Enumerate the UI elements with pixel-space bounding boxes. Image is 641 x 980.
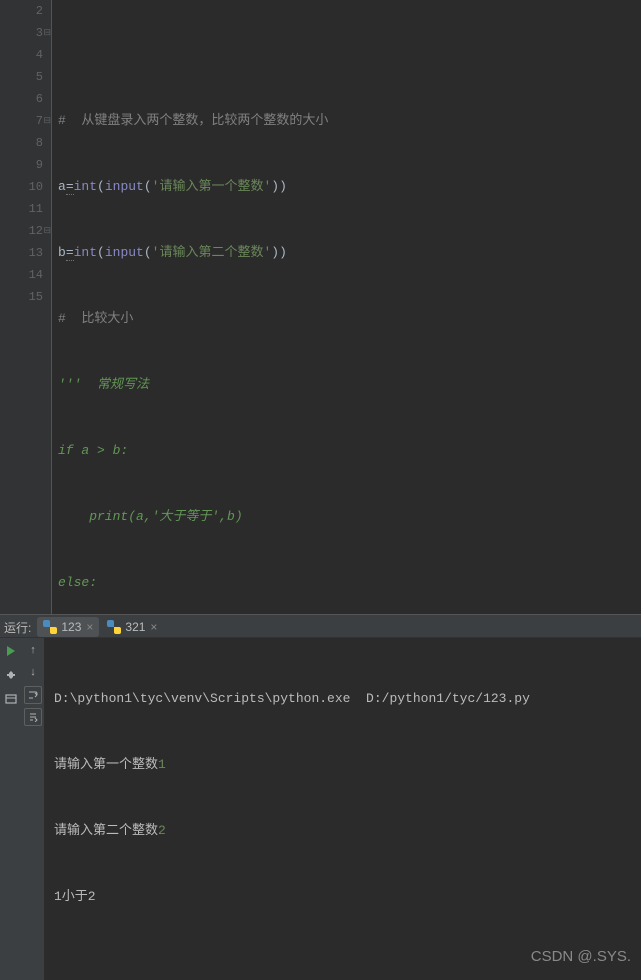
run-tab-label: 321 <box>125 620 145 634</box>
run-tab-123[interactable]: 123 × <box>37 617 99 637</box>
line-number: 4 <box>0 44 43 66</box>
code-line: print(a,'大于等于',b) <box>58 506 641 528</box>
code-line: a=int(input('请输入第一个整数')) <box>58 176 641 198</box>
line-number: 7⊟ <box>0 110 43 132</box>
code-line: if a > b: <box>58 440 641 462</box>
console-line: D:\python1\tyc\venv\Scripts\python.exe D… <box>54 688 631 710</box>
line-number: 11 <box>0 198 43 220</box>
code-line: ''' 常规写法 <box>58 374 641 396</box>
code-line: b=int(input('请输入第二个整数')) <box>58 242 641 264</box>
console-line: 1小于2 <box>54 886 631 908</box>
line-number: 6 <box>0 88 43 110</box>
line-number: 8 <box>0 132 43 154</box>
run-tabs-bar: 运行: 123 × 321 × <box>0 617 641 638</box>
line-number: 13 <box>0 242 43 264</box>
close-icon[interactable]: × <box>150 620 157 634</box>
python-icon <box>43 620 57 634</box>
run-toolbar-left <box>0 638 22 980</box>
line-gutter: 2 3⊟ 4 5 6 7⊟ 8 9 10 11 12⊟ 13 14 15 <box>0 0 52 614</box>
code-editor[interactable]: # 从键盘录入两个整数，比较两个整数的大小 a=int(input('请输入第一… <box>52 0 641 614</box>
code-line: # 比较大小 <box>58 308 641 330</box>
down-arrow-icon[interactable]: ↓ <box>24 664 42 682</box>
run-panel: 运行: 123 × 321 × ↑ ↓ <box>0 617 641 762</box>
python-icon <box>107 620 121 634</box>
line-number: 3⊟ <box>0 22 43 44</box>
soft-wrap-icon[interactable] <box>24 686 42 704</box>
settings-icon[interactable] <box>2 666 20 684</box>
layout-icon[interactable] <box>2 690 20 708</box>
line-number: 5 <box>0 66 43 88</box>
fold-end-icon[interactable]: ⊟ <box>41 220 51 242</box>
run-tab-321[interactable]: 321 × <box>101 617 163 637</box>
console-line: 请输入第一个整数1 <box>54 754 631 776</box>
run-label: 运行: <box>4 619 31 636</box>
line-number: 14 <box>0 264 43 286</box>
line-number: 15 <box>0 286 43 308</box>
run-tab-label: 123 <box>61 620 81 634</box>
line-number: 2 <box>0 0 43 22</box>
scroll-to-end-icon[interactable] <box>24 708 42 726</box>
line-number: 10 <box>0 176 43 198</box>
line-number: 9 <box>0 154 43 176</box>
console-output[interactable]: D:\python1\tyc\venv\Scripts\python.exe D… <box>44 638 641 980</box>
editor-area: 2 3⊟ 4 5 6 7⊟ 8 9 10 11 12⊟ 13 14 15 # 从… <box>0 0 641 614</box>
close-icon[interactable]: × <box>86 620 93 634</box>
line-number: 12⊟ <box>0 220 43 242</box>
up-arrow-icon[interactable]: ↑ <box>24 642 42 660</box>
run-body: ↑ ↓ D:\python1\tyc\venv\Scripts\python.e… <box>0 638 641 980</box>
code-line <box>58 44 641 66</box>
code-line: else: <box>58 572 641 594</box>
watermark: CSDN @.SYS. <box>531 946 631 968</box>
rerun-button[interactable] <box>2 642 20 660</box>
fold-marker-icon[interactable]: ⊟ <box>41 110 51 132</box>
console-line: 请输入第二个整数2 <box>54 820 631 842</box>
run-toolbar-nav: ↑ ↓ <box>22 638 44 980</box>
fold-marker-icon[interactable]: ⊟ <box>41 22 51 44</box>
code-line: # 从键盘录入两个整数，比较两个整数的大小 <box>58 110 641 132</box>
